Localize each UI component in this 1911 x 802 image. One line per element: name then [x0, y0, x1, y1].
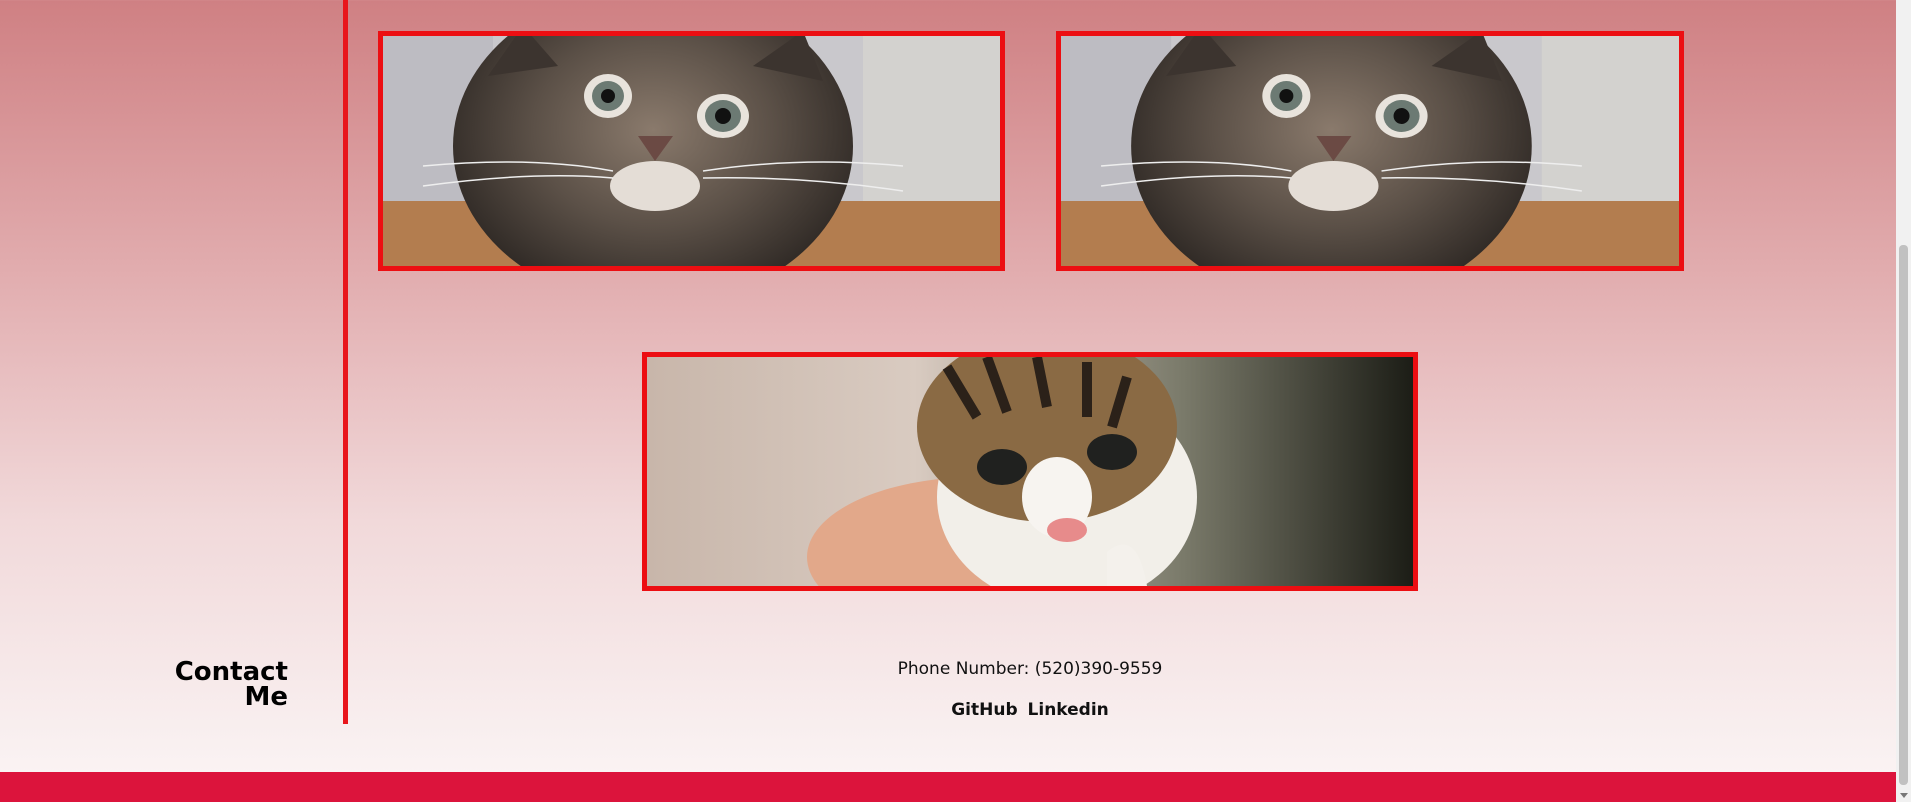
- linkedin-link[interactable]: Linkedin: [1028, 700, 1109, 720]
- social-links: GitHub Linkedin: [0, 700, 1911, 720]
- scroll-down-arrow-icon[interactable]: [1900, 793, 1908, 798]
- vertical-scrollbar[interactable]: [1896, 0, 1911, 802]
- github-link[interactable]: GitHub: [951, 700, 1017, 720]
- footer-bar: [0, 772, 1904, 802]
- phone-number-text: Phone Number: (520)390-9559: [897, 659, 1163, 679]
- scrollbar-thumb[interactable]: [1899, 245, 1908, 785]
- kitten-photo-2: [1056, 31, 1684, 271]
- page: Contact Me Phone Number: (520)390-9559 G…: [0, 0, 1896, 772]
- kitten-photo-icon: [383, 36, 1000, 266]
- phone-number: Phone Number: (520)390-9559: [0, 659, 1911, 679]
- kitten-photo-3: [642, 352, 1418, 591]
- kitten-photo-icon: [1061, 36, 1679, 266]
- sidebar-divider: [343, 0, 348, 724]
- kitten-photo-icon: [647, 357, 1413, 586]
- kitten-photo-1: [378, 31, 1005, 271]
